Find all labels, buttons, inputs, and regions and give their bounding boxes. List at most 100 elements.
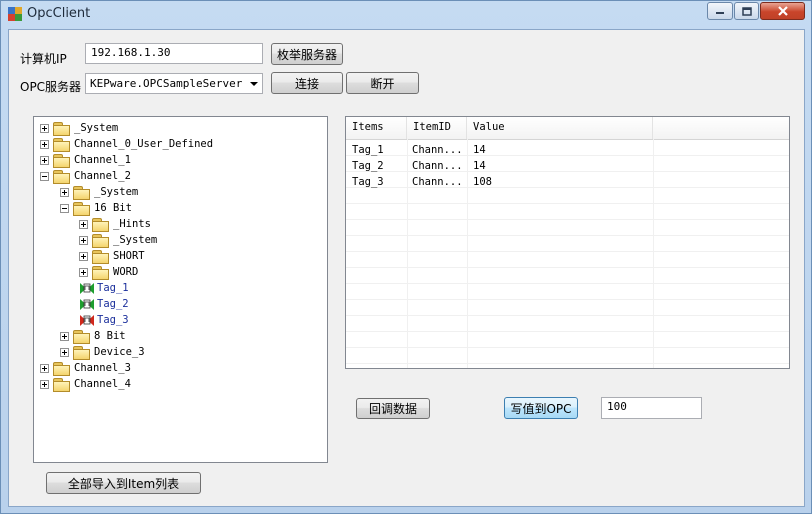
grid-line — [346, 283, 789, 284]
list-header: Items ItemID Value — [346, 117, 789, 140]
maximize-button[interactable] — [734, 2, 759, 20]
opc-item-tree[interactable]: _System Channel_0_User_Defined Channel_1 Ch… — [33, 116, 328, 463]
collapse-icon[interactable] — [60, 203, 69, 213]
folder-icon — [53, 137, 70, 152]
expand-icon[interactable] — [79, 267, 88, 277]
close-icon — [777, 6, 788, 16]
tag-green-icon — [80, 298, 94, 310]
grid-line — [346, 299, 789, 300]
tree-node[interactable]: Device_3 — [60, 344, 145, 360]
tree-node-label: Channel_1 — [74, 154, 131, 166]
grid-line — [346, 235, 789, 236]
folder-icon — [92, 249, 109, 264]
collapse-icon[interactable] — [40, 171, 49, 181]
disconnect-button[interactable]: 断开 — [346, 72, 419, 94]
tree-node-label: 16 Bit — [94, 202, 132, 214]
tree-node[interactable]: 16 Bit — [60, 200, 132, 216]
folder-icon — [73, 345, 90, 360]
connect-button[interactable]: 连接 — [271, 72, 343, 94]
folder-icon — [53, 377, 70, 392]
tag-red-icon — [80, 314, 94, 326]
grid-line — [346, 363, 789, 364]
tree-node[interactable]: Channel_3 — [40, 360, 131, 376]
tree-node-label: _System — [74, 122, 119, 134]
folder-icon — [53, 153, 70, 168]
ip-input[interactable]: 192.168.1.30 — [85, 43, 263, 64]
folder-icon — [92, 217, 109, 232]
table-cell: Tag_1 — [352, 144, 384, 156]
table-cell: Tag_2 — [352, 160, 384, 172]
tree-node-label: _Hints — [113, 218, 151, 230]
tree-node-label: SHORT — [113, 250, 145, 262]
enum-servers-button[interactable]: 枚举服务器 — [271, 43, 343, 65]
tree-node-label: Tag_2 — [97, 298, 129, 310]
item-list-view[interactable]: Items ItemID Value Tag_1 Chann... 14 Tag_2 C… — [345, 116, 790, 369]
tree-node[interactable]: Tag_1 — [79, 280, 129, 296]
tree-node[interactable]: WORD — [79, 264, 138, 280]
table-row[interactable]: Tag_3 Chann... 108 — [346, 175, 789, 191]
maximize-icon — [741, 6, 752, 16]
server-label: OPC服务器 — [20, 80, 82, 94]
grid-line — [346, 331, 789, 332]
minimize-button[interactable] — [707, 2, 733, 20]
expand-icon[interactable] — [40, 123, 49, 133]
expand-icon[interactable] — [60, 331, 69, 341]
window-title: OpcClient — [27, 6, 91, 21]
callback-data-button[interactable]: 回调数据 — [356, 398, 430, 419]
folder-icon — [73, 201, 90, 216]
import-all-button[interactable]: 全部导入到Item列表 — [46, 472, 201, 494]
tree-node[interactable]: SHORT — [79, 248, 145, 264]
tree-node-label: Channel_0_User_Defined — [74, 138, 214, 150]
expand-icon[interactable] — [60, 347, 69, 357]
expand-icon[interactable] — [40, 363, 49, 373]
tree-node[interactable]: Tag_3 — [79, 312, 129, 328]
tree-node[interactable]: _System — [79, 232, 157, 248]
grid-line — [346, 251, 789, 252]
server-select[interactable]: KEPware.OPCSampleServer — [85, 73, 263, 94]
table-cell: Tag_3 — [352, 176, 384, 188]
tree-node-label: Channel_3 — [74, 362, 131, 374]
tree-node[interactable]: Tag_2 — [79, 296, 129, 312]
expand-icon[interactable] — [79, 235, 88, 245]
tree-node[interactable]: Channel_2 — [40, 168, 131, 184]
tree-node[interactable]: _System — [60, 184, 138, 200]
tree-node[interactable]: Channel_1 — [40, 152, 131, 168]
expand-icon[interactable] — [40, 155, 49, 165]
tree-node[interactable]: _Hints — [79, 216, 151, 232]
main-form: 计算机IP 192.168.1.30 枚举服务器 OPC服务器 KEPware.… — [8, 29, 805, 507]
expand-icon[interactable] — [79, 251, 88, 261]
tree-node-label: Channel_2 — [74, 170, 131, 182]
minimize-icon — [716, 12, 724, 14]
tree-node[interactable]: _System — [40, 120, 118, 136]
table-row[interactable]: Tag_2 Chann... 14 — [346, 159, 789, 175]
app-window: OpcClient 计算机IP 192.168.1.30 枚举服务器 OPC服务… — [0, 0, 812, 514]
expand-icon[interactable] — [60, 187, 69, 197]
column-header-itemid[interactable]: ItemID — [407, 117, 467, 139]
grid-line — [346, 203, 789, 204]
close-button[interactable] — [760, 2, 805, 20]
column-header-value[interactable]: Value — [467, 117, 653, 139]
table-cell: 108 — [473, 176, 492, 188]
table-cell: Chann... — [412, 176, 463, 188]
title-bar[interactable]: OpcClient — [1, 1, 811, 27]
column-header-items[interactable]: Items — [346, 117, 407, 139]
expand-icon[interactable] — [40, 139, 49, 149]
write-value-input[interactable]: 100 — [601, 397, 702, 419]
app-icon — [8, 7, 22, 21]
table-cell: 14 — [473, 144, 486, 156]
tree-node[interactable]: 8 Bit — [60, 328, 126, 344]
chevron-down-icon — [250, 82, 258, 86]
folder-icon — [92, 265, 109, 280]
server-select-value: KEPware.OPCSampleServer — [90, 77, 243, 90]
tree-node-label: _System — [113, 234, 158, 246]
table-row[interactable]: Tag_1 Chann... 14 — [346, 143, 789, 159]
expand-icon[interactable] — [40, 379, 49, 389]
tree-node-label: 8 Bit — [94, 330, 126, 342]
tree-node[interactable]: Channel_0_User_Defined — [40, 136, 213, 152]
tree-node-label: Channel_4 — [74, 378, 131, 390]
expand-icon[interactable] — [79, 219, 88, 229]
write-to-opc-button[interactable]: 写值到OPC — [504, 397, 578, 419]
tag-green-icon — [80, 282, 94, 294]
folder-icon — [53, 361, 70, 376]
tree-node[interactable]: Channel_4 — [40, 376, 131, 392]
